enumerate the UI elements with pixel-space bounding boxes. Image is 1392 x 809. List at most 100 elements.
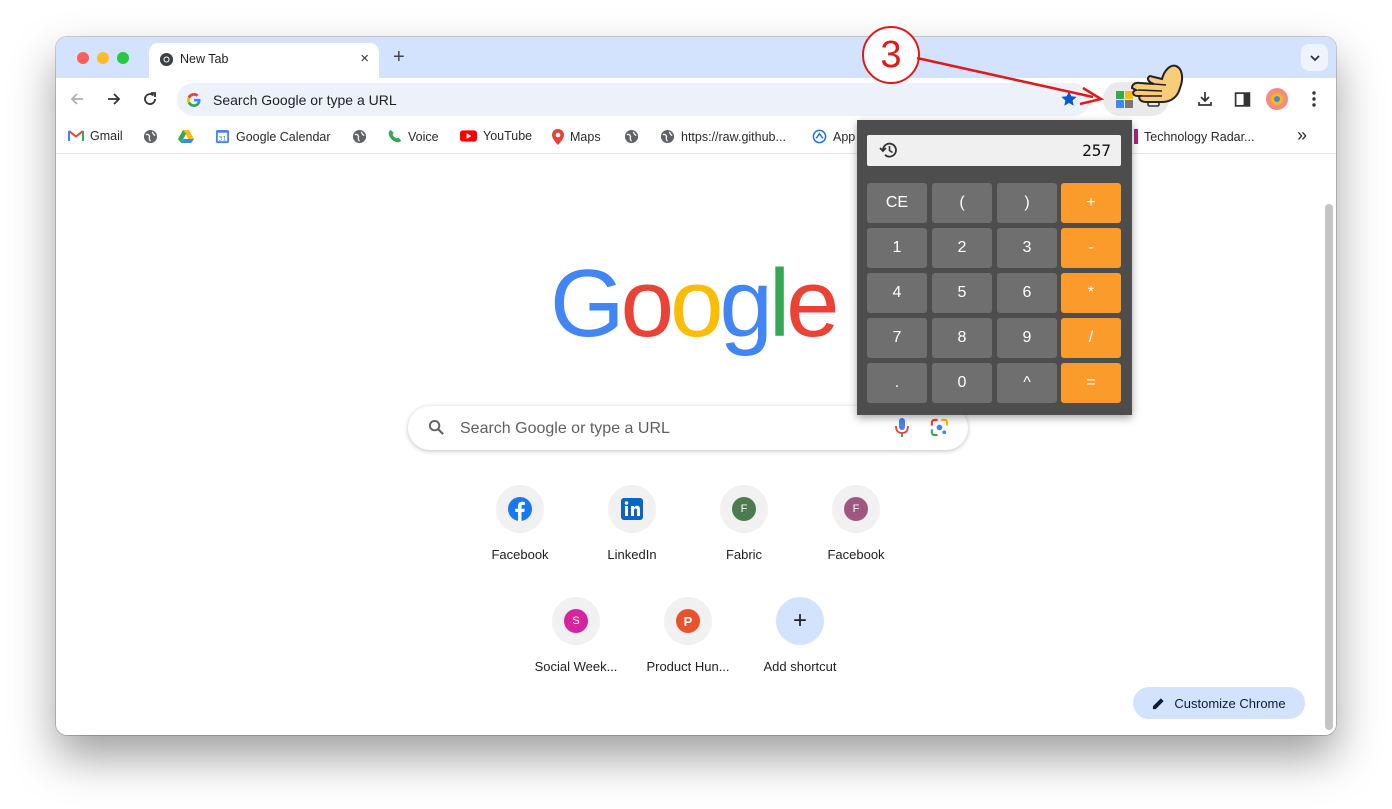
key-decimal[interactable]: . bbox=[867, 363, 927, 403]
youtube-icon bbox=[460, 130, 477, 142]
bookmark-technology-radar[interactable]: Technology Radar... bbox=[1134, 129, 1255, 144]
bookmark-globe[interactable] bbox=[143, 129, 158, 144]
forward-arrow-icon bbox=[108, 93, 121, 105]
shortcut-label: Facebook bbox=[491, 547, 549, 562]
chevron-down-icon bbox=[1309, 54, 1320, 61]
logo-letter: o bbox=[670, 250, 723, 357]
shortcut-tile: S bbox=[552, 597, 600, 645]
logo-letter: o bbox=[620, 250, 674, 357]
close-tab-icon[interactable]: × bbox=[360, 50, 369, 67]
bookmark-google-calendar[interactable]: 31 Google Calendar bbox=[215, 129, 331, 144]
minimize-window-button[interactable] bbox=[97, 52, 109, 64]
product-hunt-icon: P bbox=[676, 609, 700, 633]
close-window-button[interactable] bbox=[77, 52, 89, 64]
bookmark-drive[interactable] bbox=[178, 129, 194, 143]
key-2[interactable]: 2 bbox=[932, 228, 992, 268]
bookmark-label: Gmail bbox=[90, 129, 123, 143]
key-close-paren[interactable]: ) bbox=[997, 183, 1057, 223]
google-lens-icon[interactable] bbox=[930, 418, 949, 442]
back-arrow-icon bbox=[70, 93, 83, 105]
new-tab-button[interactable]: + bbox=[393, 46, 405, 69]
key-6[interactable]: 6 bbox=[997, 273, 1057, 313]
shortcut-facebook[interactable]: Facebook bbox=[464, 485, 576, 562]
key-open-paren[interactable]: ( bbox=[932, 183, 992, 223]
calculator-value: 257 bbox=[1082, 141, 1111, 160]
shortcut-product-hunt[interactable]: P Product Hun... bbox=[632, 597, 744, 674]
app-icon bbox=[812, 129, 827, 144]
omnibox[interactable]: Search Google or type a URL bbox=[177, 83, 1090, 116]
profile-avatar[interactable] bbox=[1266, 88, 1288, 110]
calculator-display[interactable]: 257 bbox=[867, 135, 1121, 166]
page-scrollbar[interactable] bbox=[1325, 204, 1333, 730]
key-equals[interactable]: = bbox=[1061, 363, 1121, 403]
key-8[interactable]: 8 bbox=[932, 318, 992, 358]
bookmark-label: https://raw.github... bbox=[681, 129, 786, 144]
key-power[interactable]: ^ bbox=[997, 363, 1057, 403]
search-input[interactable]: Search Google or type a URL bbox=[460, 420, 670, 438]
reload-icon bbox=[144, 92, 156, 105]
bookmark-raw-github[interactable]: https://raw.github... bbox=[660, 129, 786, 144]
key-0[interactable]: 0 bbox=[932, 363, 992, 403]
radar-icon bbox=[1134, 129, 1138, 144]
shortcut-label: Fabric bbox=[725, 547, 763, 562]
key-multiply[interactable]: * bbox=[1061, 273, 1121, 313]
history-icon[interactable] bbox=[879, 141, 899, 164]
zoom-window-button[interactable] bbox=[117, 52, 129, 64]
downloads-button[interactable] bbox=[1194, 88, 1216, 110]
tab-new-tab[interactable]: New Tab × bbox=[149, 43, 379, 78]
linkedin-icon bbox=[621, 498, 643, 520]
bookmark-app[interactable]: App bbox=[812, 129, 855, 144]
bookmark-star-icon[interactable] bbox=[1060, 90, 1078, 113]
add-shortcut-button[interactable]: + Add shortcut bbox=[744, 597, 856, 674]
key-ce[interactable]: CE bbox=[867, 183, 927, 223]
more-bookmarks-button[interactable]: » bbox=[1297, 125, 1307, 146]
key-7[interactable]: 7 bbox=[867, 318, 927, 358]
svg-text:31: 31 bbox=[218, 134, 226, 142]
key-divide[interactable]: / bbox=[1061, 318, 1121, 358]
shortcut-tile: F bbox=[832, 485, 880, 533]
key-9[interactable]: 9 bbox=[997, 318, 1057, 358]
shortcut-tile: P bbox=[664, 597, 712, 645]
tab-search-button[interactable] bbox=[1301, 44, 1328, 71]
pencil-icon bbox=[1153, 697, 1164, 709]
shortcut-tile bbox=[608, 485, 656, 533]
calculator-popup: 257 CE ( ) + 1 2 3 - 4 5 6 * 7 8 9 / . 0… bbox=[857, 120, 1132, 415]
bookmark-label: YouTube bbox=[483, 129, 533, 143]
browser-window: New Tab × + Search Google or type a URL bbox=[56, 37, 1336, 735]
key-1[interactable]: 1 bbox=[867, 228, 927, 268]
bookmark-globe[interactable] bbox=[352, 129, 367, 144]
bookmark-maps[interactable]: Maps bbox=[552, 129, 601, 145]
key-plus[interactable]: + bbox=[1061, 183, 1121, 223]
side-panel-button[interactable] bbox=[1231, 88, 1253, 110]
key-4[interactable]: 4 bbox=[867, 273, 927, 313]
bookmark-youtube[interactable]: YouTube bbox=[460, 129, 532, 143]
key-minus[interactable]: - bbox=[1061, 228, 1121, 268]
bookmark-globe[interactable] bbox=[624, 129, 639, 144]
bookmark-gmail[interactable]: Gmail bbox=[68, 129, 123, 143]
shortcut-social-week[interactable]: S Social Week... bbox=[520, 597, 632, 674]
google-logo: Google bbox=[550, 256, 840, 352]
back-button[interactable] bbox=[66, 88, 88, 110]
avatar-icon bbox=[1266, 88, 1288, 110]
calendar-icon: 31 bbox=[215, 129, 230, 144]
forward-button[interactable] bbox=[103, 88, 125, 110]
chrome-menu-button[interactable] bbox=[1303, 88, 1325, 110]
shortcut-label: Product Hun... bbox=[646, 659, 730, 674]
reload-button[interactable] bbox=[139, 88, 161, 110]
bookmark-label: Technology Radar... bbox=[1144, 129, 1255, 144]
bookmarks-bar: Gmail 31 Google Calendar Voice YouTube M… bbox=[56, 120, 1336, 154]
customize-chrome-button[interactable]: Customize Chrome bbox=[1133, 687, 1305, 719]
shortcut-fabric[interactable]: F Fabric bbox=[688, 485, 800, 562]
tab-title: New Tab bbox=[180, 52, 229, 66]
shortcut-label: LinkedIn bbox=[607, 547, 657, 562]
shortcut-facebook-2[interactable]: F Facebook bbox=[800, 485, 912, 562]
microphone-icon[interactable] bbox=[895, 418, 909, 443]
letter-avatar: F bbox=[844, 497, 868, 521]
logo-letter: g bbox=[719, 250, 772, 357]
key-5[interactable]: 5 bbox=[932, 273, 992, 313]
globe-icon bbox=[352, 129, 367, 144]
key-3[interactable]: 3 bbox=[997, 228, 1057, 268]
voice-icon bbox=[388, 129, 402, 143]
bookmark-voice[interactable]: Voice bbox=[387, 129, 439, 144]
shortcut-linkedin[interactable]: LinkedIn bbox=[576, 485, 688, 562]
